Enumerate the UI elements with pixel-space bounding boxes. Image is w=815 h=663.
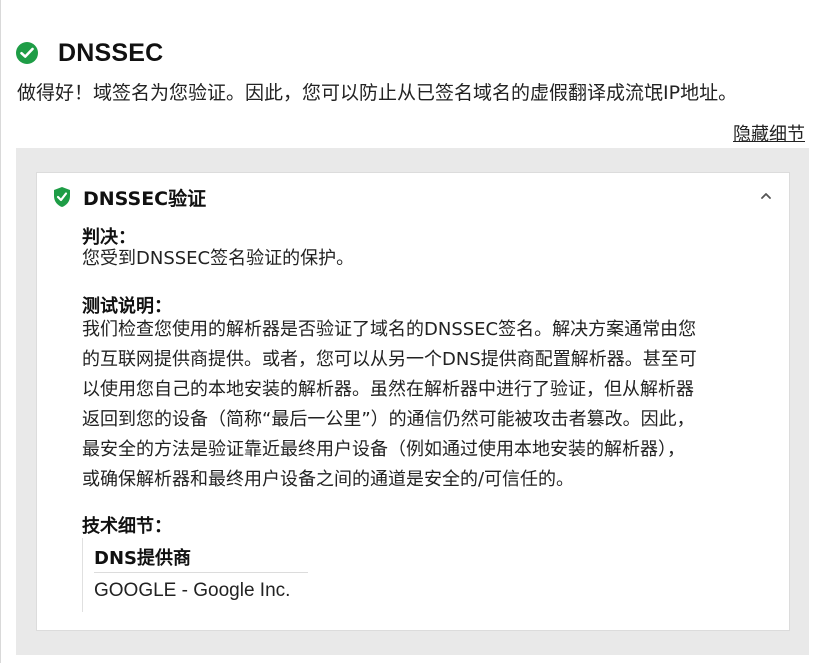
- description-line: 返回到您的设备（简称“最后一公里”）的通信仍然可能被攻击者篡改。因此，: [82, 409, 695, 430]
- description-text: 我们检查您使用的解析器是否验证了域名的DNSSEC签名。解决方案通常由您 的互联…: [82, 315, 782, 495]
- chevron-up-icon[interactable]: [759, 189, 773, 203]
- page-title: DNSSEC: [58, 38, 164, 67]
- card-header-toggle[interactable]: DNSSEC验证: [53, 183, 775, 211]
- verdict-text: 您受到DNSSEC签名验证的保护。: [82, 248, 355, 269]
- description-line: 我们检查您使用的解析器是否验证了域名的DNSSEC签名。解决方案通常由您: [82, 319, 697, 340]
- card-title: DNSSEC验证: [83, 187, 207, 210]
- dnssec-validation-card: DNSSEC验证 判决： 您受到DNSSEC签名验证的保护。 测试说明： 我们检…: [36, 172, 790, 631]
- result-summary: 做得好！域签名为您验证。因此，您可以防止从已签名域名的虚假翻译成流氓IP地址。: [17, 82, 738, 104]
- hide-details-link[interactable]: 隐藏细节: [733, 120, 805, 146]
- technical-details-table: DNS提供商 GOOGLE - Google Inc.: [82, 538, 312, 612]
- dns-provider-key: DNS提供商: [94, 548, 191, 569]
- description-line: 最安全的方法是验证靠近最终用户设备（例如通过使用本地安装的解析器），: [82, 439, 685, 460]
- technical-details-label: 技术细节：: [82, 516, 172, 537]
- description-line: 或确保解析器和最终用户设备之间的通道是安全的/可信任的。: [82, 469, 575, 490]
- dns-provider-value: GOOGLE - Google Inc.: [94, 580, 291, 601]
- page-left-border: [0, 0, 1, 663]
- description-line: 以使用您自己的本地安装的解析器。虽然在解析器中进行了验证，但从解析器: [82, 379, 694, 400]
- shield-check-icon: [54, 187, 70, 207]
- result-header: DNSSEC: [16, 38, 163, 68]
- details-panel: DNSSEC验证 判决： 您受到DNSSEC签名验证的保护。 测试说明： 我们检…: [16, 148, 809, 655]
- divider: [94, 572, 308, 573]
- description-line: 的互联网提供商提供。或者，您可以从另一个DNS提供商配置解析器。甚至可: [82, 349, 697, 370]
- check-circle-icon: [16, 42, 38, 64]
